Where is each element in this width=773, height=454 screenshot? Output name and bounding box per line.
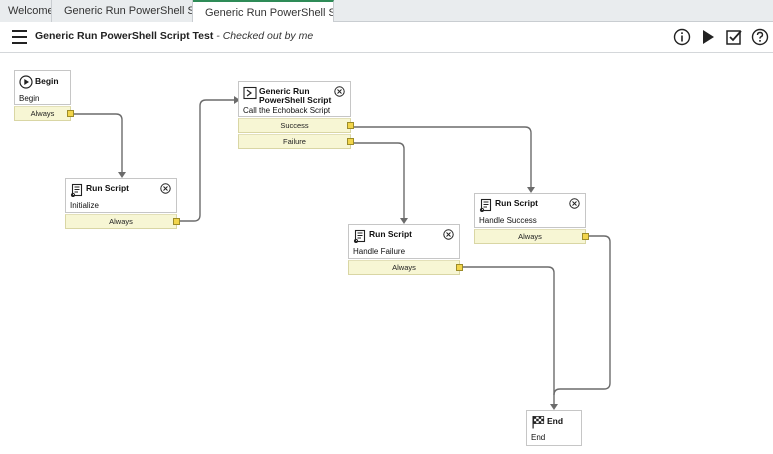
script-scroll-icon [353, 229, 366, 243]
port-connector[interactable] [582, 233, 589, 240]
node-end[interactable]: End End [526, 410, 582, 446]
port-failure: Failure [238, 134, 354, 149]
tab-label: Welcome [8, 5, 52, 17]
workflow-canvas[interactable]: Begin Begin Always Run Script Initialize… [0, 54, 773, 454]
port-connector[interactable] [456, 264, 463, 271]
tab-welcome[interactable]: Welcome [0, 0, 52, 22]
powershell-prompt-icon [243, 86, 257, 100]
node-title: Run Script [369, 229, 412, 239]
wire-handle-failure-to-end [461, 266, 555, 404]
port-connector[interactable] [67, 110, 74, 117]
node-title: Generic Run PowerShell Script [259, 87, 331, 105]
tab-label: Generic Run PowerShell Sc... [205, 6, 333, 19]
node-description: Handle Failure [353, 247, 406, 256]
node-run-script-initialize[interactable]: Run Script Initialize Always [65, 178, 180, 229]
node-description: End [531, 433, 546, 442]
close-circle-icon[interactable] [443, 229, 454, 240]
port-always: Always [14, 106, 74, 121]
checkin-icon[interactable] [725, 28, 743, 46]
workflow-header: Generic Run PowerShell Script Test - Che… [0, 22, 773, 53]
tab-strip: Welcome Generic Run PowerShell Sc... Gen… [0, 0, 773, 23]
wire-handle-success-to-end [553, 235, 611, 396]
tab-generic-run-script-1[interactable]: Generic Run PowerShell Sc... [52, 0, 193, 22]
help-icon[interactable] [751, 28, 769, 46]
node-title: Run Script [86, 183, 129, 193]
close-circle-icon[interactable] [334, 86, 345, 97]
port-connector[interactable] [173, 218, 180, 225]
node-generic-run-powershell-script[interactable]: Generic Run PowerShell Script Call the E… [238, 81, 354, 149]
node-description: Handle Success [479, 216, 537, 225]
wire-success-to-handle-success [352, 126, 532, 187]
checkered-flag-icon [532, 416, 545, 429]
port-label: Always [109, 217, 133, 226]
run-icon[interactable] [699, 28, 717, 46]
header-title-area: Generic Run PowerShell Script Test - Che… [35, 30, 313, 42]
node-run-script-handle-success[interactable]: Run Script Handle Success Always [474, 193, 589, 244]
node-title-line-2: PowerShell Script [259, 95, 332, 105]
node-description: Call the Echoback Script [243, 106, 331, 115]
port-always: Always [474, 229, 589, 244]
port-connector[interactable] [347, 138, 354, 145]
node-title: Begin [35, 76, 59, 86]
port-label: Failure [283, 137, 306, 146]
port-label: Always [518, 232, 542, 241]
node-description: Initialize [70, 201, 99, 210]
checkout-status: - Checked out by me [216, 30, 314, 42]
port-connector[interactable] [347, 122, 354, 129]
port-label: Always [30, 109, 55, 118]
port-success: Success [238, 118, 354, 133]
tab-generic-run-script-2[interactable]: Generic Run PowerShell Sc... [193, 0, 334, 23]
close-circle-icon[interactable] [160, 183, 171, 194]
port-label: Success [280, 121, 309, 130]
wire-initialize-to-powershell [178, 99, 234, 222]
play-circle-icon [19, 75, 33, 89]
wire-begin-to-initialize [72, 113, 123, 172]
port-always: Always [65, 214, 180, 229]
node-title: Run Script [495, 198, 538, 208]
close-circle-icon[interactable] [569, 198, 580, 209]
script-scroll-icon [479, 198, 492, 212]
port-label: Always [392, 263, 416, 272]
node-run-script-handle-failure[interactable]: Run Script Handle Failure Always [348, 224, 463, 275]
tab-label: Generic Run PowerShell Sc... [64, 5, 192, 17]
node-title: End [547, 416, 564, 426]
wire-failure-to-handle-failure [352, 142, 405, 218]
node-begin[interactable]: Begin Begin Always [14, 70, 74, 121]
port-always: Always [348, 260, 463, 275]
hamburger-menu-icon[interactable] [12, 30, 27, 44]
page-title: Generic Run PowerShell Script Test [35, 30, 214, 42]
info-icon[interactable] [673, 28, 691, 46]
script-scroll-icon [70, 183, 83, 197]
node-description: Begin [19, 94, 40, 103]
